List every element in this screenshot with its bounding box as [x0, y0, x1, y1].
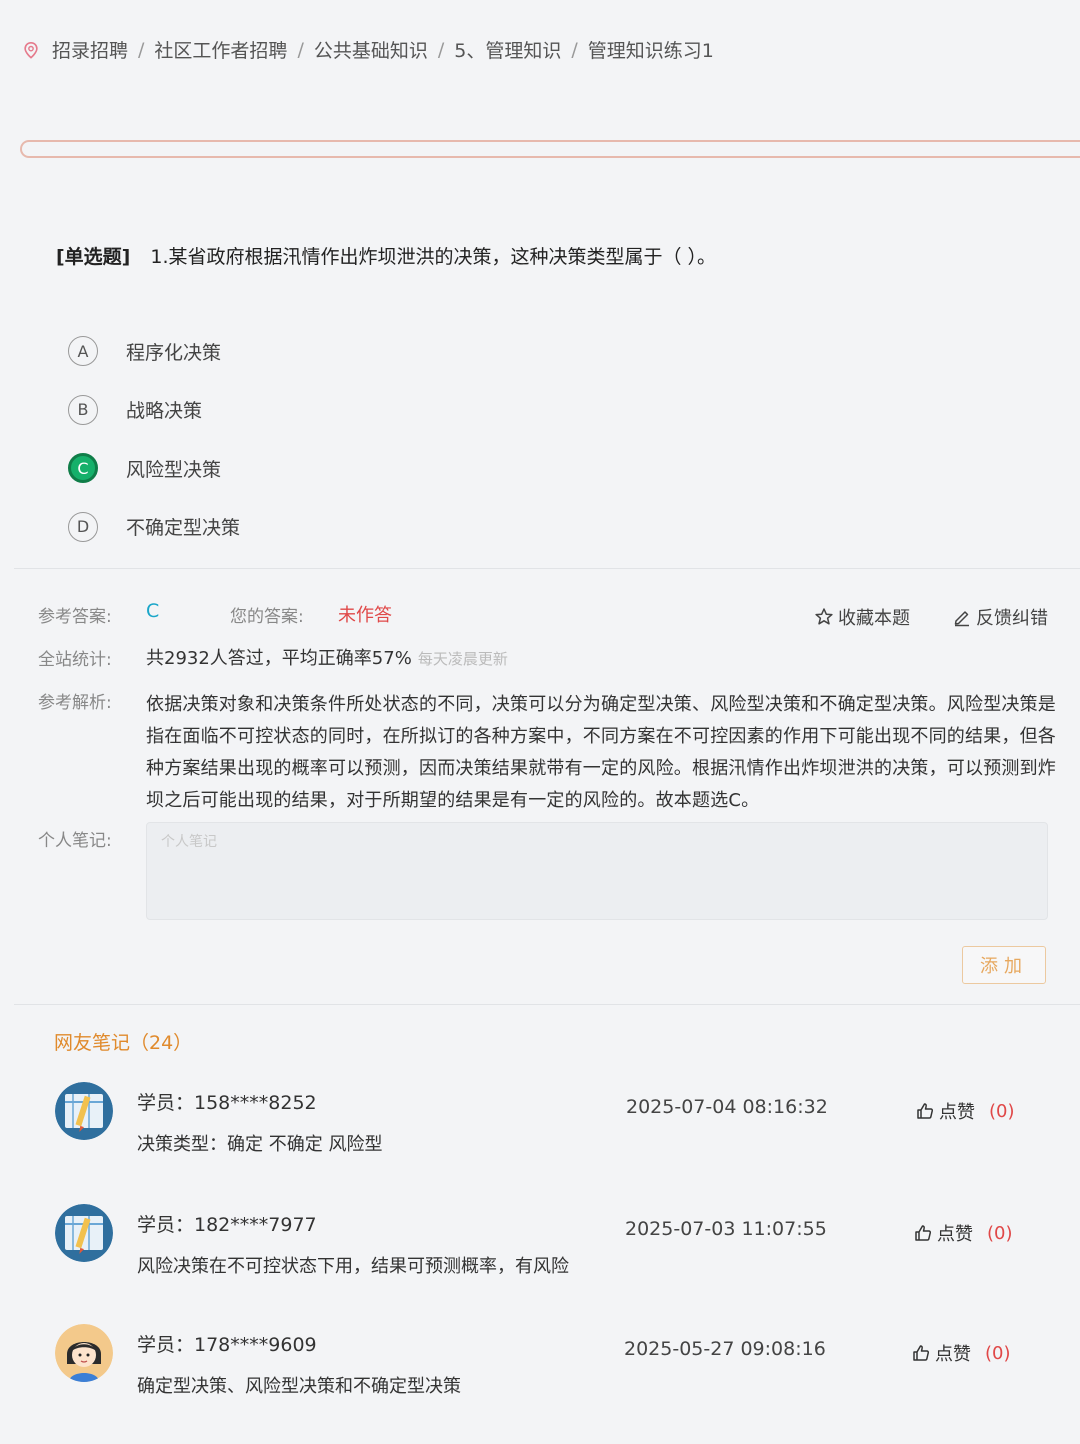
option-letter-c[interactable]: C — [68, 453, 98, 484]
avatar — [55, 1082, 113, 1140]
personal-note-input[interactable]: 个人笔记 — [146, 822, 1048, 920]
breadcrumb-item-management[interactable]: 5、管理知识 — [454, 36, 561, 63]
breadcrumb-item-basic[interactable]: 公共基础知识 — [314, 36, 428, 63]
comment-text: 决策类型：确定 不确定 风险型 — [137, 1134, 383, 1155]
option-text-b[interactable]: 战略决策 — [126, 396, 202, 423]
like-button[interactable]: 点赞 (0) — [915, 1098, 1015, 1124]
ref-answer-label: 参考答案: — [38, 607, 112, 627]
progress-bar — [20, 140, 1080, 158]
option-text-d[interactable]: 不确定型决策 — [126, 513, 240, 540]
question-type: [单选题] — [56, 246, 131, 268]
girl-avatar-icon — [55, 1324, 113, 1382]
like-button[interactable]: 点赞 (0) — [913, 1220, 1013, 1246]
section-divider — [14, 568, 1080, 569]
favorite-label[interactable]: 收藏本题 — [838, 604, 910, 630]
option-letter-d[interactable]: D — [68, 511, 98, 542]
option-letter-b[interactable]: B — [68, 394, 98, 425]
like-label[interactable]: 点赞 — [939, 1098, 975, 1124]
pencil-icon — [954, 611, 969, 627]
question-text: 1.某省政府根据汛情作出炸坝泄洪的决策，这种决策类型属于（ ）。 — [150, 246, 717, 268]
breadcrumb-separator: / — [138, 38, 145, 61]
question-stem: [单选题] 1.某省政府根据汛情作出炸坝泄洪的决策，这种决策类型属于（ ）。 — [56, 242, 716, 269]
comment-item: 学员：158****8252 2025-07-04 08:16:32 点赞 (0)… — [55, 1082, 1035, 1202]
comment-user: 学员：178****9609 — [137, 1334, 317, 1356]
comment-user: 学员：158****8252 — [137, 1092, 317, 1114]
breadcrumb-separator: / — [297, 38, 304, 61]
add-note-button[interactable]: 添加 — [962, 946, 1046, 984]
section-divider — [14, 1004, 1080, 1005]
breadcrumb-item-recruit[interactable]: 招录招聘 — [52, 36, 128, 63]
stats-label: 全站统计: — [38, 650, 112, 670]
breadcrumb-separator: / — [571, 38, 578, 61]
stats-update-note: 每天凌晨更新 — [417, 650, 508, 668]
notes-title: 网友笔记（24） — [54, 1032, 193, 1054]
like-label[interactable]: 点赞 — [937, 1220, 973, 1246]
breadcrumb-separator: / — [437, 38, 445, 61]
comment-text: 风险决策在不可控状态下用，结果可预测概率，有风险 — [137, 1256, 569, 1277]
star-icon — [815, 608, 833, 625]
like-count: (0) — [985, 1342, 1011, 1364]
comment-time: 2025-05-27 09:08:16 — [624, 1338, 826, 1360]
option-letter-a[interactable]: A — [68, 336, 98, 367]
avatar — [55, 1324, 113, 1382]
option-a[interactable]: A 程序化决策 — [68, 322, 240, 381]
breadcrumb-item-practice: 管理知识练习1 — [587, 40, 714, 62]
option-d[interactable]: D 不确定型决策 — [68, 498, 240, 557]
analysis-text: 依据决策对象和决策条件所处状态的不同，决策可以分为确定型决策、风险型决策和不确定… — [146, 694, 1056, 811]
note-placeholder: 个人笔记 — [161, 834, 217, 850]
location-pin-icon — [24, 41, 38, 59]
like-button[interactable]: 点赞 (0) — [911, 1340, 1011, 1366]
thumbs-up-icon — [915, 1225, 932, 1241]
like-label[interactable]: 点赞 — [935, 1340, 971, 1366]
feedback-button[interactable]: 反馈纠错 — [952, 604, 1048, 630]
your-answer-label: 您的答案: — [230, 607, 304, 627]
thumbs-up-icon — [917, 1103, 934, 1119]
comment-item: 学员：182****7977 2025-07-03 11:07:55 点赞 (0)… — [55, 1204, 1035, 1324]
comment-text: 确定型决策、风险型决策和不确定型决策 — [137, 1376, 461, 1397]
feedback-label[interactable]: 反馈纠错 — [976, 604, 1048, 630]
thumbs-up-icon — [913, 1345, 930, 1361]
comment-time: 2025-07-03 11:07:55 — [625, 1218, 827, 1240]
ref-answer-value: C — [146, 600, 160, 622]
stats-row: 共2932人答过，平均正确率57% 每天凌晨更新 — [146, 644, 508, 670]
ruler-pencil-avatar-icon — [55, 1204, 113, 1262]
option-c[interactable]: C 风险型决策 — [68, 439, 240, 498]
stats-text: 共2932人答过，平均正确率57% — [146, 648, 412, 669]
breadcrumb-item-community[interactable]: 社区工作者招聘 — [154, 36, 287, 63]
your-answer-value: 未作答 — [338, 605, 392, 626]
analysis-label: 参考解析: — [38, 693, 112, 713]
comment-time: 2025-07-04 08:16:32 — [626, 1096, 828, 1118]
like-count: (0) — [987, 1222, 1013, 1244]
like-count: (0) — [989, 1100, 1015, 1122]
breadcrumb: 招录招聘 / 社区工作者招聘 / 公共基础知识 / 5、管理知识 / 管理知识练… — [22, 36, 714, 63]
comment-user: 学员：182****7977 — [137, 1214, 317, 1236]
comment-item: 学员：178****9609 2025-05-27 09:08:16 点赞 (0)… — [55, 1324, 1035, 1444]
option-text-a[interactable]: 程序化决策 — [126, 338, 221, 365]
ruler-pencil-avatar-icon — [55, 1082, 113, 1140]
options-list: A 程序化决策 B 战略决策 C 风险型决策 D 不确定型决策 — [68, 322, 240, 556]
favorite-button[interactable]: 收藏本题 — [814, 604, 910, 630]
avatar — [55, 1204, 113, 1262]
option-text-c[interactable]: 风险型决策 — [126, 455, 221, 482]
option-b[interactable]: B 战略决策 — [68, 381, 240, 440]
note-label: 个人笔记: — [38, 831, 112, 851]
